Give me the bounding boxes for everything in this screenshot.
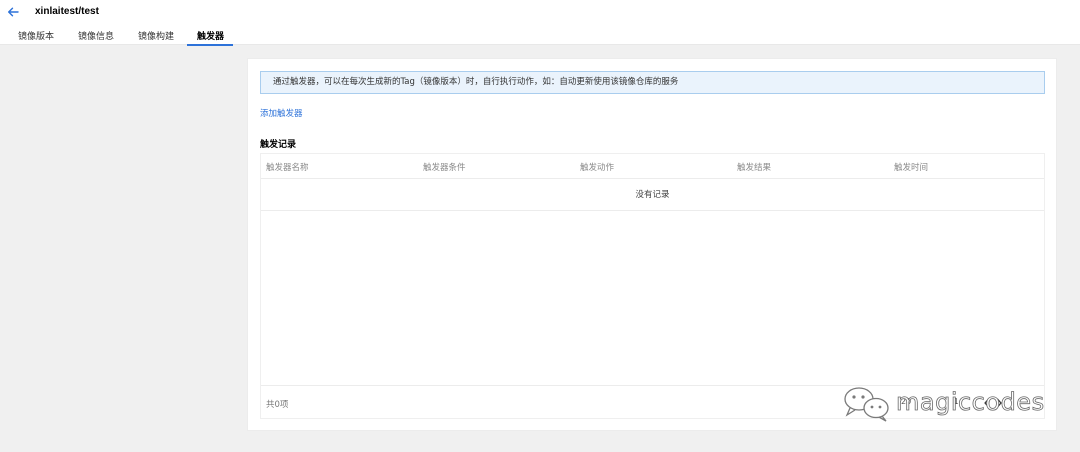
tab-image-versions[interactable]: 镜像版本: [17, 29, 55, 45]
table-header: 触发器名称 触发器条件 触发动作 触发结果 触发时间: [261, 154, 1044, 179]
info-notice: 通过触发器，可以在每次生成新的Tag（镜像版本）时，自行执行动作，如：自动更新使…: [260, 71, 1045, 94]
tab-triggers[interactable]: 触发器: [187, 29, 233, 46]
total-count: 共0项: [266, 400, 289, 410]
page-title: xinlaitest/test: [35, 6, 99, 17]
tab-image-info[interactable]: 镜像信息: [77, 29, 115, 45]
watermark: magiccodes: [842, 384, 1047, 424]
column-header-trigger-name: 触发器名称: [266, 163, 309, 173]
column-header-trigger-condition: 触发器条件: [423, 163, 466, 173]
tab-image-build[interactable]: 镜像构建: [137, 29, 175, 45]
empty-state: 没有记录: [261, 179, 1044, 211]
column-header-trigger-time: 触发时间: [894, 163, 929, 173]
records-title: 触发记录: [260, 140, 297, 150]
arrow-left-icon: [7, 7, 19, 17]
back-button[interactable]: [6, 5, 20, 19]
wechat-icon: [844, 387, 889, 422]
add-trigger-link[interactable]: 添加触发器: [260, 107, 303, 119]
trigger-panel: 通过触发器，可以在每次生成新的Tag（镜像版本）时，自行执行动作，如：自动更新使…: [247, 58, 1057, 431]
watermark-text: magiccodes: [896, 388, 1045, 417]
column-header-trigger-action: 触发动作: [580, 163, 615, 173]
top-header: xinlaitest/test 镜像版本 镜像信息 镜像构建 触发器: [0, 0, 1080, 46]
column-header-trigger-result: 触发结果: [737, 163, 772, 173]
trigger-records-table: 触发器名称 触发器条件 触发动作 触发结果 触发时间 没有记录 共0项 20 1: [260, 153, 1045, 419]
